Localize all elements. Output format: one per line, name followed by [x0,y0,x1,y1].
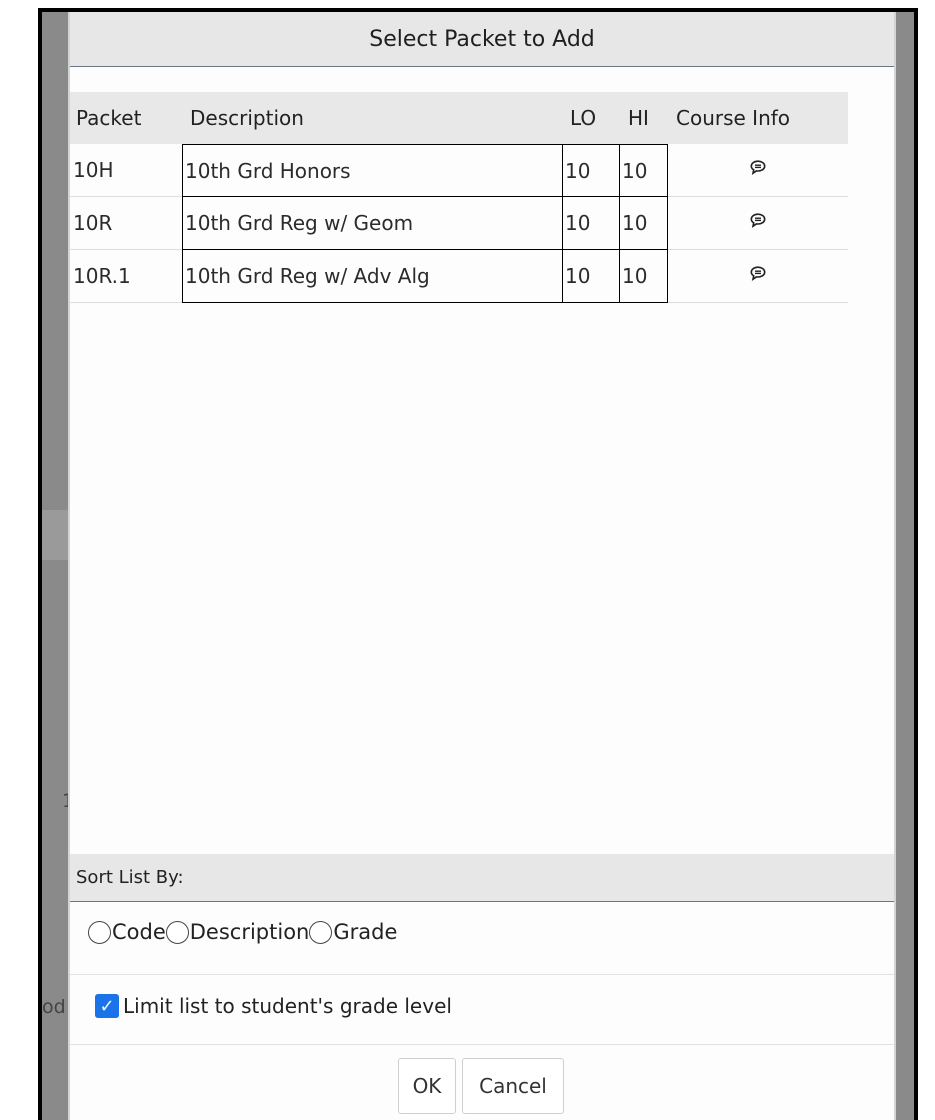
sort-option-label: Code [112,920,166,944]
speech-bubble-icon[interactable] [750,213,766,233]
packet-cell: 10H [70,144,182,197]
divider [70,1044,894,1045]
course-info-cell [668,197,848,250]
modal-overlay: 1 od Select Packet to Add Packet Descrip… [38,8,918,1120]
description-cell: 10th Grd Reg w/ Adv Alg [182,250,562,303]
course-info-cell [668,250,848,303]
divider [70,974,894,975]
col-header-lo[interactable]: LO [562,106,619,130]
course-info-cell [668,144,848,197]
sort-option-label: Description [189,920,310,944]
limit-grade-checkbox[interactable]: ✓ [95,994,119,1018]
speech-bubble-icon[interactable] [750,160,766,180]
hi-cell: 10 [619,197,668,250]
col-header-course-info[interactable]: Course Info [668,106,848,130]
table-header: Packet Description LO HI Course Info [70,92,848,144]
dialog-buttons: OK Cancel [398,1058,564,1114]
sort-section-header: Sort List By: [70,854,894,902]
table-row[interactable]: 10H 10th Grd Honors 10 10 [70,144,848,197]
background-text: od [42,996,66,1018]
hi-cell: 10 [619,250,668,303]
radio-button[interactable] [165,920,189,944]
col-header-hi[interactable]: HI [619,106,668,130]
sort-option-code[interactable]: Code [88,920,166,944]
table-row[interactable]: 10R.1 10th Grd Reg w/ Adv Alg 10 10 [70,250,848,303]
packet-cell: 10R [70,197,182,250]
description-cell: 10th Grd Reg w/ Geom [182,197,562,250]
radio-button[interactable] [309,920,333,944]
limit-grade-label: Limit list to student's grade level [123,994,452,1018]
dialog-title: Select Packet to Add [369,26,595,52]
sort-options: Code Description Grade [88,920,397,944]
packet-table: Packet Description LO HI Course Info 10H… [70,92,848,303]
radio-button[interactable] [88,920,111,944]
sort-option-grade[interactable]: Grade [309,920,397,944]
table-body: 10H 10th Grd Honors 10 10 10R 10th Grd R… [70,144,848,303]
col-header-packet[interactable]: Packet [70,106,182,130]
lo-cell: 10 [562,250,619,303]
packet-cell: 10R.1 [70,250,182,303]
sort-option-label: Grade [333,920,398,944]
lo-cell: 10 [562,144,619,197]
cancel-button[interactable]: Cancel [462,1058,564,1114]
sort-label: Sort List By: [76,867,184,888]
speech-bubble-icon[interactable] [750,266,766,286]
limit-grade-option[interactable]: ✓ Limit list to student's grade level [95,994,452,1018]
col-header-description[interactable]: Description [182,106,562,130]
ok-button[interactable]: OK [398,1058,456,1114]
dialog-title-bar: Select Packet to Add [70,12,894,67]
table-row[interactable]: 10R 10th Grd Reg w/ Geom 10 10 [70,197,848,250]
sort-option-description[interactable]: Description [165,920,310,944]
lo-cell: 10 [562,197,619,250]
select-packet-dialog: Select Packet to Add Packet Description … [68,12,896,1120]
description-cell: 10th Grd Honors [182,144,562,197]
hi-cell: 10 [619,144,668,197]
